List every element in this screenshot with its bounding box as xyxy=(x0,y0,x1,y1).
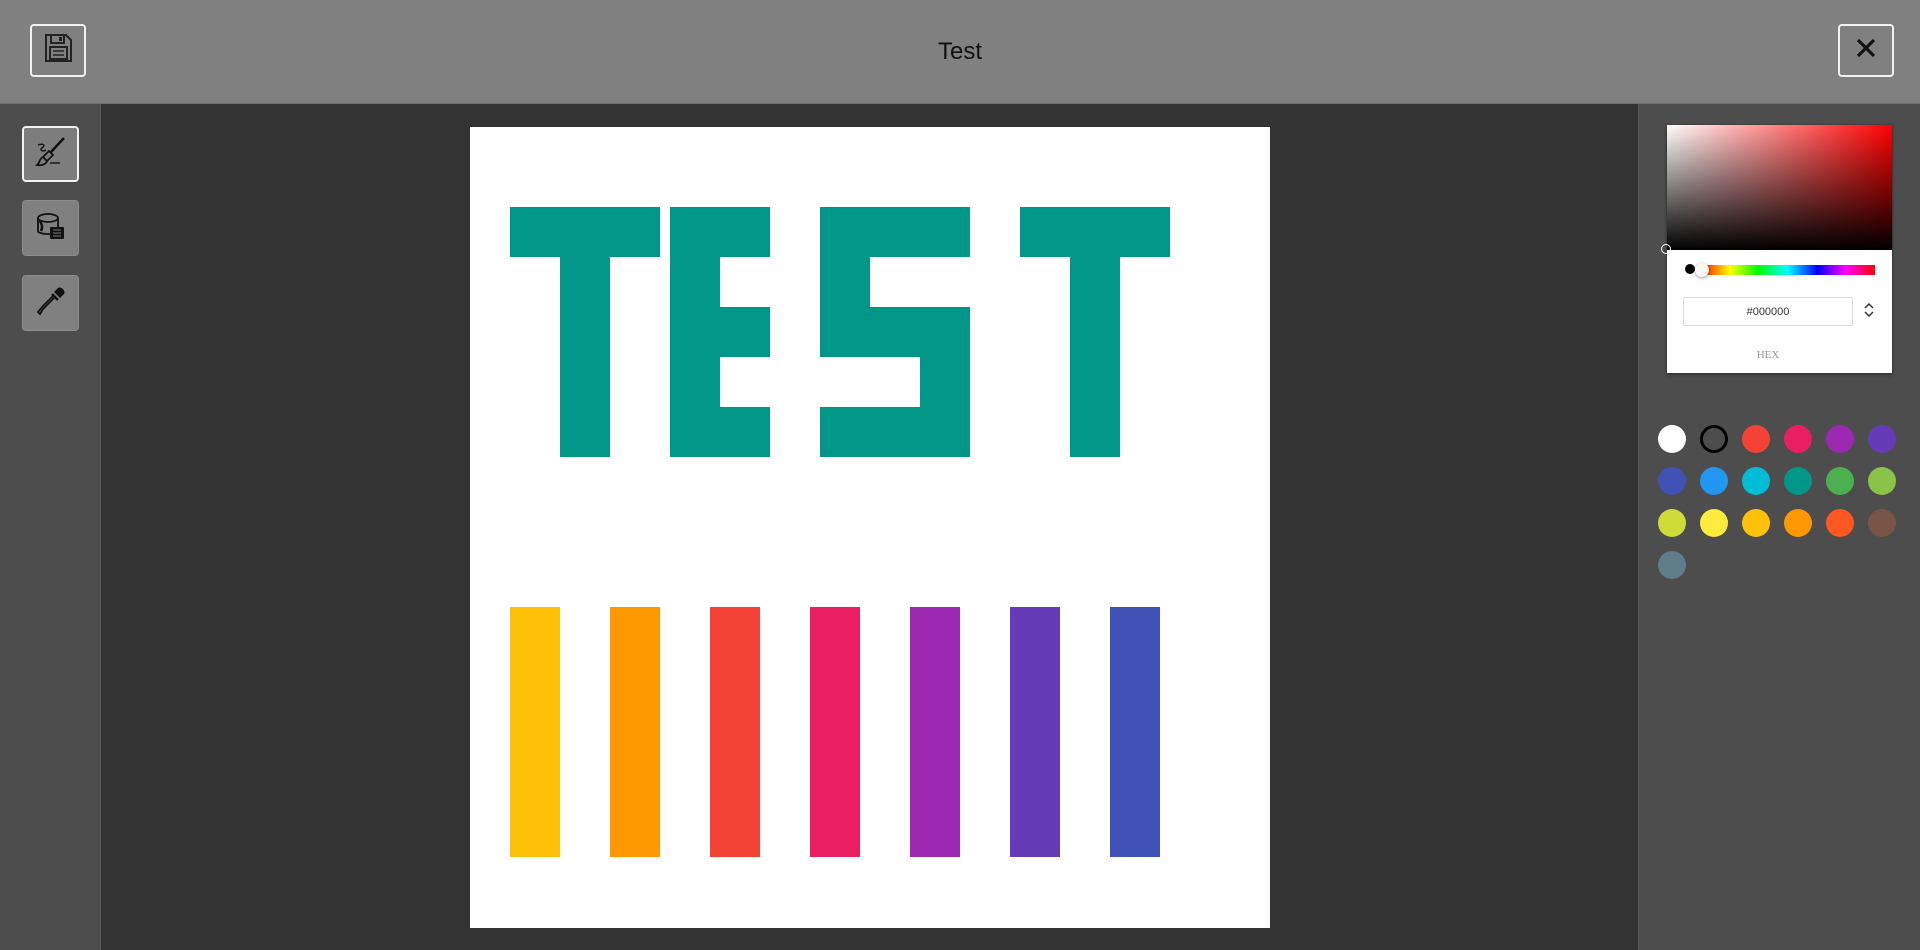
color-format-label: HEX xyxy=(1756,349,1780,361)
letter-e xyxy=(720,207,770,257)
color-bar xyxy=(910,607,960,857)
drawing-canvas[interactable] xyxy=(470,127,1270,928)
letter-t-1 xyxy=(510,207,660,257)
eyedropper-tool-button[interactable] xyxy=(22,275,79,331)
color-swatch[interactable] xyxy=(1826,509,1854,537)
paintbrush-icon xyxy=(34,135,68,174)
letter-t-2 xyxy=(1020,207,1170,257)
letter-s xyxy=(820,307,970,357)
saturation-area[interactable] xyxy=(1661,125,1892,254)
hue-slider[interactable] xyxy=(1700,265,1875,275)
color-swatch[interactable] xyxy=(1868,467,1896,495)
color-bar xyxy=(710,607,760,857)
color-swatch[interactable] xyxy=(1658,425,1686,453)
color-swatch[interactable] xyxy=(1784,467,1812,495)
color-swatch[interactable] xyxy=(1826,467,1854,495)
eyedropper-icon xyxy=(34,284,68,323)
current-color-preview xyxy=(1685,264,1695,274)
color-swatch[interactable] xyxy=(1700,509,1728,537)
color-swatch[interactable] xyxy=(1742,509,1770,537)
format-toggle-button[interactable] xyxy=(1861,301,1877,323)
color-swatch[interactable] xyxy=(1658,467,1686,495)
color-swatch[interactable] xyxy=(1742,467,1770,495)
letter-s xyxy=(820,257,870,307)
letter-e xyxy=(670,207,720,457)
letter-t-2 xyxy=(1070,257,1120,457)
hue-slider-handle[interactable] xyxy=(1695,263,1709,277)
color-bar xyxy=(1110,607,1160,857)
color-swatch[interactable] xyxy=(1700,467,1728,495)
color-picker: HEX xyxy=(1661,125,1892,373)
document-title: Test xyxy=(937,38,982,65)
fill-tool-button[interactable] xyxy=(22,200,79,256)
color-bar xyxy=(1010,607,1060,857)
up-down-arrows-icon xyxy=(1863,300,1875,325)
color-bar xyxy=(510,607,560,857)
color-swatch[interactable] xyxy=(1658,509,1686,537)
saturation-handle[interactable] xyxy=(1661,244,1671,254)
letter-t-1 xyxy=(560,257,610,457)
letter-e xyxy=(720,307,770,357)
hex-input[interactable] xyxy=(1683,297,1853,326)
color-swatch[interactable] xyxy=(1868,509,1896,537)
color-bar xyxy=(610,607,660,857)
color-swatch[interactable] xyxy=(1658,551,1686,579)
close-button[interactable] xyxy=(1838,24,1894,77)
tool-sidebar xyxy=(0,104,101,950)
top-bar: Test xyxy=(0,0,1920,104)
color-swatch[interactable] xyxy=(1784,509,1812,537)
letter-e xyxy=(720,407,770,457)
letter-s xyxy=(820,207,970,257)
letter-s xyxy=(920,357,970,407)
color-swatch[interactable] xyxy=(1742,425,1770,453)
color-swatch[interactable] xyxy=(1784,425,1812,453)
color-swatch[interactable] xyxy=(1868,425,1896,453)
color-bar xyxy=(810,607,860,857)
paint-bucket-icon xyxy=(34,209,68,248)
color-swatch[interactable] xyxy=(1700,425,1728,453)
color-swatch[interactable] xyxy=(1826,425,1854,453)
close-icon xyxy=(1855,37,1877,64)
brush-tool-button[interactable] xyxy=(22,126,79,182)
letter-s xyxy=(820,407,970,457)
